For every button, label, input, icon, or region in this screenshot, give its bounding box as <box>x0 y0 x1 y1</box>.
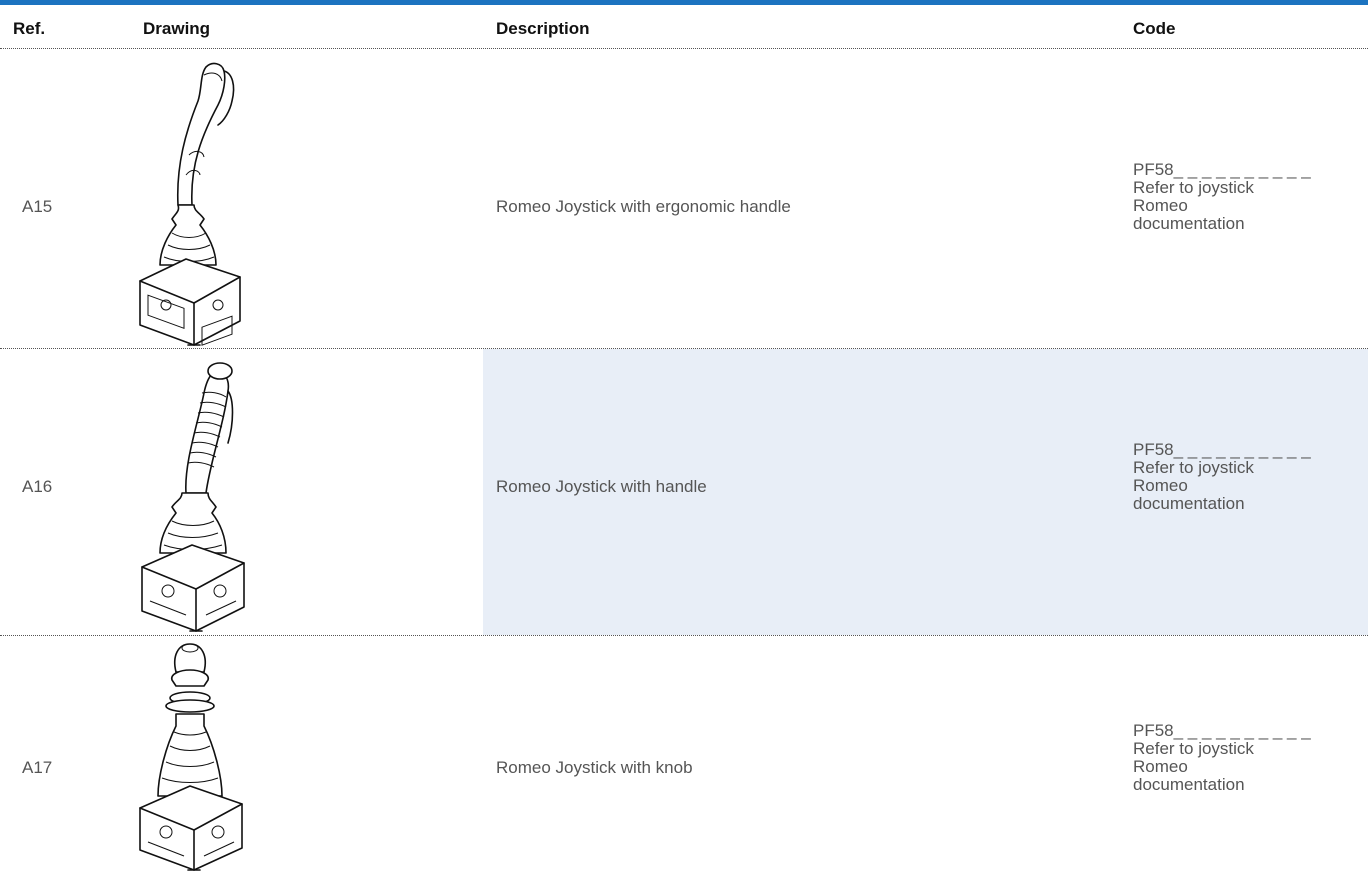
header-code: Code <box>1133 19 1176 38</box>
joystick-handle-icon <box>120 353 260 638</box>
table-row: A16 Romeo Joystick with handle PF58_ _ _… <box>0 349 1368 636</box>
code-line: Refer to joystick <box>1133 739 1254 758</box>
row-code: PF58_ _ _ _ _ _ _ _ _ _ Refer to joystic… <box>1133 441 1311 513</box>
row-ref: A17 <box>22 758 53 777</box>
joystick-ergonomic-handle-icon <box>120 55 260 350</box>
row-description: Romeo Joystick with ergonomic handle <box>496 197 791 216</box>
header-drawing: Drawing <box>143 19 211 38</box>
code-line: documentation <box>1133 494 1245 513</box>
code-line: Romeo <box>1133 196 1188 215</box>
row-code: PF58_ _ _ _ _ _ _ _ _ _ Refer to joystic… <box>1133 161 1311 233</box>
row-description: Romeo Joystick with knob <box>496 758 693 777</box>
code-line: documentation <box>1133 214 1245 233</box>
table-header: Ref. Drawing Description Code <box>0 5 1368 49</box>
code-line: PF58_ _ _ _ _ _ _ _ _ _ <box>1133 440 1311 459</box>
table-row: A17 Romeo Joystick with knob PF58_ _ _ _… <box>0 636 1368 876</box>
table-row: A15 Romeo Joystick with ergonomic handle <box>0 49 1368 349</box>
header-description: Description <box>496 19 590 38</box>
code-line: documentation <box>1133 775 1245 794</box>
row-ref: A15 <box>22 197 53 216</box>
row-ref: A16 <box>22 477 53 496</box>
code-line: PF58_ _ _ _ _ _ _ _ _ _ <box>1133 721 1311 740</box>
code-line: Romeo <box>1133 757 1188 776</box>
row-code: PF58_ _ _ _ _ _ _ _ _ _ Refer to joystic… <box>1133 722 1311 794</box>
header-ref: Ref. <box>13 19 46 38</box>
code-line: Romeo <box>1133 476 1188 495</box>
code-line: Refer to joystick <box>1133 178 1254 197</box>
code-line: Refer to joystick <box>1133 458 1254 477</box>
code-line: PF58_ _ _ _ _ _ _ _ _ _ <box>1133 160 1311 179</box>
joystick-knob-icon <box>120 636 260 877</box>
row-description: Romeo Joystick with handle <box>496 477 707 496</box>
